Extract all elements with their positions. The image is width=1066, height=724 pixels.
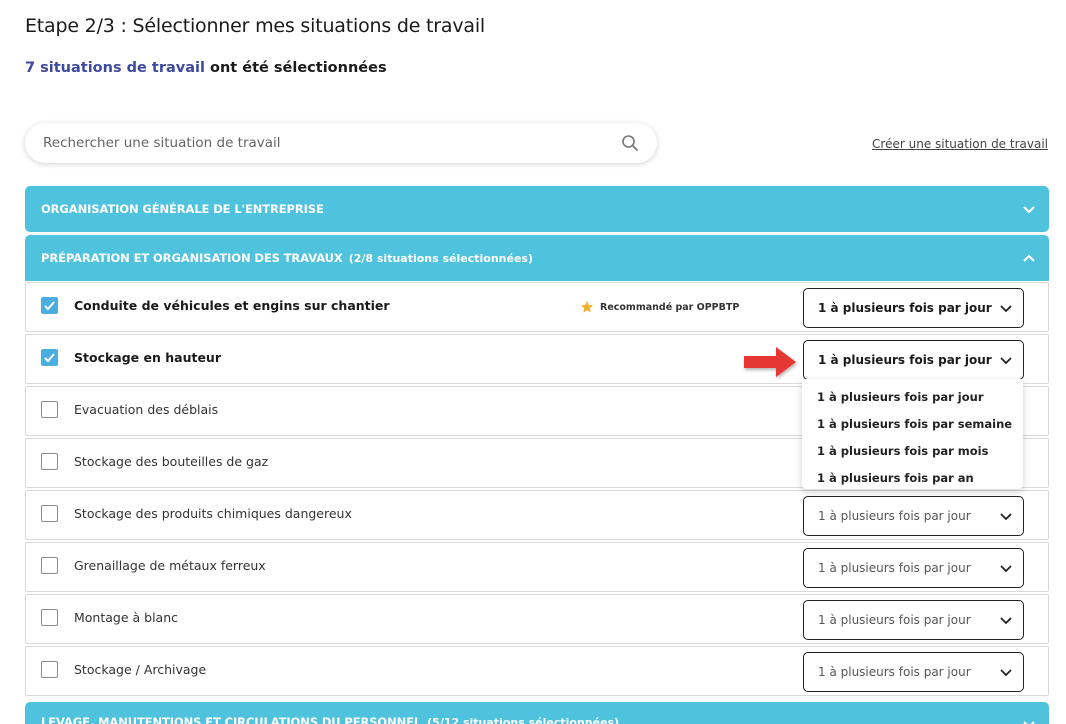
situation-label: Conduite de véhicules et engins sur chan… <box>74 298 390 313</box>
situation-row: Conduite de véhicules et engins sur chan… <box>25 282 1049 332</box>
recommended-text: Recommandé par OPPBTP <box>600 301 740 313</box>
section-preparation-travaux[interactable]: PRÉPARATION ET ORGANISATION DES TRAVAUX … <box>25 235 1049 281</box>
chevron-down-icon <box>1000 305 1012 313</box>
selected-count: 7 situations de travail <box>25 60 205 76</box>
situation-label: Grenaillage de métaux ferreux <box>74 558 266 573</box>
situation-label: Stockage des produits chimiques dangereu… <box>74 506 352 521</box>
chevron-down-icon <box>1000 617 1012 625</box>
frequency-select[interactable]: 1 à plusieurs fois par jour <box>803 600 1024 640</box>
situation-label: Evacuation des déblais <box>74 402 219 417</box>
situation-row: Stockage en hauteur 1 à plusieurs fois p… <box>25 334 1049 384</box>
chevron-down-icon <box>1000 357 1012 365</box>
chevron-down-icon <box>1023 721 1035 724</box>
section-organisation-generale[interactable]: ORGANISATION GÉNÉRALE DE L'ENTREPRISE <box>25 186 1049 232</box>
section-title: ORGANISATION GÉNÉRALE DE L'ENTREPRISE <box>41 202 324 216</box>
situation-checkbox[interactable] <box>41 661 58 678</box>
frequency-select[interactable]: 1 à plusieurs fois par jour <box>803 496 1024 536</box>
situation-checkbox[interactable] <box>41 401 58 418</box>
frequency-value: 1 à plusieurs fois par jour <box>818 353 992 367</box>
star-icon <box>581 301 593 313</box>
situation-checkbox[interactable] <box>41 505 58 522</box>
situation-row: Montage à blanc 1 à plusieurs fois par j… <box>25 594 1049 644</box>
frequency-value: 1 à plusieurs fois par jour <box>818 613 971 627</box>
frequency-value: 1 à plusieurs fois par jour <box>818 301 992 315</box>
situation-row: Stockage / Archivage 1 à plusieurs fois … <box>25 646 1049 696</box>
situation-label: Montage à blanc <box>74 610 179 625</box>
section-count: (5/12 situations sélectionnées) <box>427 715 620 724</box>
situation-label: Stockage en hauteur <box>74 350 221 365</box>
situation-checkbox[interactable] <box>41 453 58 470</box>
chevron-down-icon <box>1000 669 1012 677</box>
chevron-up-icon <box>1023 254 1035 262</box>
frequency-value: 1 à plusieurs fois par jour <box>818 509 971 523</box>
section-title: PRÉPARATION ET ORGANISATION DES TRAVAUX <box>41 251 343 265</box>
situation-row: Grenaillage de métaux ferreux 1 à plusie… <box>25 542 1049 592</box>
frequency-select[interactable]: 1 à plusieurs fois par jour <box>803 548 1024 588</box>
selection-summary: 7 situations de travail ont été sélectio… <box>25 60 387 76</box>
situation-label: Stockage des bouteilles de gaz <box>74 454 269 469</box>
annotation-arrow-icon <box>744 347 796 377</box>
dropdown-option[interactable]: 1 à plusieurs fois par mois <box>802 438 1023 465</box>
dropdown-option[interactable]: 1 à plusieurs fois par jour <box>802 384 1023 411</box>
section-count: (2/8 situations sélectionnées) <box>348 251 533 265</box>
section-title: LEVAGE, MANUTENTIONS ET CIRCULATIONS DU … <box>41 715 422 724</box>
chevron-down-icon <box>1023 206 1035 214</box>
situation-checkbox[interactable] <box>41 557 58 574</box>
frequency-select[interactable]: 1 à plusieurs fois par jour <box>803 288 1024 328</box>
situation-checkbox[interactable] <box>41 349 58 366</box>
situation-checkbox[interactable] <box>41 609 58 626</box>
frequency-select[interactable]: 1 à plusieurs fois par jour <box>803 340 1024 380</box>
frequency-select[interactable]: 1 à plusieurs fois par jour <box>803 652 1024 692</box>
chevron-down-icon <box>1000 513 1012 521</box>
page-title: Etape 2/3 : Sélectionner mes situations … <box>25 15 486 37</box>
selected-suffix: ont été sélectionnées <box>204 60 387 76</box>
section-levage-manutentions[interactable]: LEVAGE, MANUTENTIONS ET CIRCULATIONS DU … <box>25 702 1049 724</box>
search-icon[interactable] <box>621 134 639 152</box>
dropdown-option[interactable]: 1 à plusieurs fois par semaine <box>802 411 1023 438</box>
search-bar <box>25 123 657 163</box>
search-input[interactable] <box>43 135 621 151</box>
situation-label: Stockage / Archivage <box>74 662 207 677</box>
frequency-value: 1 à plusieurs fois par jour <box>818 561 971 575</box>
situation-row: Stockage des produits chimiques dangereu… <box>25 490 1049 540</box>
frequency-value: 1 à plusieurs fois par jour <box>818 665 971 679</box>
frequency-dropdown-menu: 1 à plusieurs fois par jour 1 à plusieur… <box>802 379 1023 489</box>
dropdown-option[interactable]: 1 à plusieurs fois par an <box>802 465 1023 492</box>
create-situation-link[interactable]: Créer une situation de travail <box>872 137 1048 151</box>
situation-checkbox[interactable] <box>41 297 58 314</box>
chevron-down-icon <box>1000 565 1012 573</box>
recommended-badge: Recommandé par OPPBTP <box>580 300 739 314</box>
